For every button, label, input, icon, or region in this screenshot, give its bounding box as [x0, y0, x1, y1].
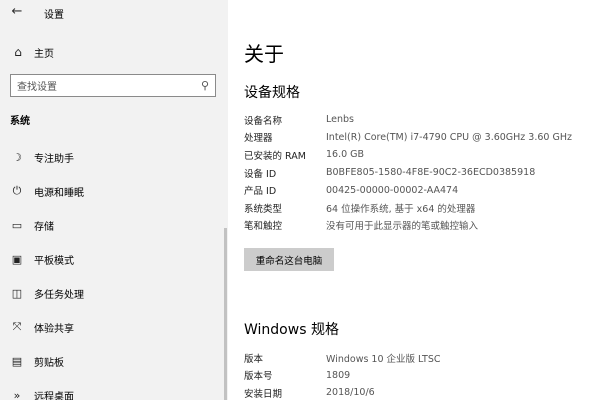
spec-key: 版本号: [244, 371, 273, 383]
sidebar-item-focus-assist[interactable]: ☽ 专注助手: [0, 140, 228, 174]
multitask-icon: ◫: [11, 286, 23, 300]
page-title: 关于: [244, 42, 284, 66]
storage-icon: ▭: [11, 218, 23, 232]
spec-value: B0BFE805-1580-4F8E-90C2-36ECD0385918: [326, 167, 536, 179]
sidebar-item-label: 主页: [34, 48, 54, 60]
device-specs-heading: 设备规格: [244, 85, 300, 101]
sidebar-item-home[interactable]: ⌂ 主页: [0, 40, 228, 64]
power-icon: ⏻: [12, 184, 22, 197]
spec-key: 设备 ID: [244, 168, 277, 180]
spec-row: 已安装的 RAM 16.0 GB: [244, 146, 584, 164]
spec-row: 安装日期 2018/10/6: [244, 384, 584, 400]
spec-row: 处理器 Intel(R) Core(TM) i7-4790 CPU @ 3.60…: [244, 129, 584, 147]
sidebar-item-label: 远程桌面: [34, 391, 74, 400]
spec-row: 版本 Windows 10 企业版 LTSC: [244, 349, 584, 367]
spec-row: 系统类型 64 位操作系统, 基于 x64 的处理器: [244, 199, 584, 217]
rename-pc-button[interactable]: 重命名这台电脑: [244, 248, 334, 271]
window-title: 设置: [44, 10, 64, 21]
spec-value: 1809: [326, 369, 351, 381]
sidebar-item-power-sleep[interactable]: ⏻ 电源和睡眠: [0, 174, 228, 208]
sidebar-item-label: 多任务处理: [34, 289, 84, 301]
spec-row: 笔和触控 没有可用于此显示器的笔或触控输入: [244, 217, 584, 235]
sidebar-item-tablet-mode[interactable]: ▣ 平板模式: [0, 242, 228, 276]
sidebar-item-label: 体验共享: [34, 323, 74, 335]
tablet-icon: ▣: [11, 252, 23, 266]
sidebar-item-label: 剪贴板: [34, 357, 64, 369]
spec-row: 产品 ID 00425-00000-00002-AA474: [244, 181, 584, 199]
title-bar: ← 设置: [0, 0, 228, 26]
moon-icon: ☽: [12, 150, 22, 164]
remote-desktop-icon: »: [13, 388, 21, 400]
spec-key: 版本: [244, 353, 264, 365]
home-icon: ⌂: [14, 45, 22, 59]
back-arrow-icon[interactable]: ←: [8, 2, 26, 20]
spec-value: 00425-00000-00002-AA474: [326, 184, 459, 196]
sidebar-nav: ☽ 专注助手 ⏻ 电源和睡眠 ▭ 存储 ▣ 平板模式 ◫ 多任务处理 ⤧ 体验共…: [0, 140, 228, 400]
windows-specs-list: 版本 Windows 10 企业版 LTSC 版本号 1809 安装日期 201…: [244, 349, 584, 400]
main-content: 关于 设备规格 设备名称 Lenbs 处理器 Intel(R) Core(TM)…: [228, 0, 591, 400]
spec-key: 产品 ID: [244, 186, 277, 198]
sidebar-item-label: 平板模式: [34, 255, 74, 267]
spec-key: 设备名称: [244, 115, 283, 127]
windows-specs-heading: Windows 规格: [244, 322, 339, 338]
sidebar-item-shared-experiences[interactable]: ⤧ 体验共享: [0, 310, 228, 344]
spec-key: 处理器: [244, 133, 273, 145]
spec-row: 设备 ID B0BFE805-1580-4F8E-90C2-36ECD03859…: [244, 164, 584, 182]
spec-key: 安装日期: [244, 388, 283, 400]
share-icon: ⤧: [12, 320, 22, 333]
spec-key: 笔和触控: [244, 221, 283, 233]
sidebar-item-label: 专注助手: [34, 153, 74, 165]
spec-value: 2018/10/6: [326, 387, 375, 399]
sidebar-item-remote-desktop[interactable]: » 远程桌面: [0, 378, 228, 400]
spec-value: Intel(R) Core(TM) i7-4790 CPU @ 3.60GHz …: [326, 131, 572, 143]
spec-value: Windows 10 企业版 LTSC: [326, 353, 441, 365]
spec-value: 没有可用于此显示器的笔或触控输入: [326, 221, 479, 233]
sidebar-item-label: 电源和睡眠: [34, 187, 84, 199]
sidebar-item-multitasking[interactable]: ◫ 多任务处理: [0, 276, 228, 310]
spec-row: 版本号 1809: [244, 367, 584, 385]
device-specs-list: 设备名称 Lenbs 处理器 Intel(R) Core(TM) i7-4790…: [244, 111, 584, 234]
sidebar-item-label: 存储: [34, 221, 54, 233]
spec-row: 设备名称 Lenbs: [244, 111, 584, 129]
search-placeholder: 查找设置: [17, 82, 57, 93]
sidebar-item-storage[interactable]: ▭ 存储: [0, 208, 228, 242]
sidebar-item-clipboard[interactable]: ▤ 剪贴板: [0, 344, 228, 378]
sidebar: ← 设置 ⌂ 主页 查找设置 ⚲ 系统 ☽ 专注助手 ⏻ 电源和睡眠 ▭ 存储 …: [0, 0, 228, 400]
spec-key: 已安装的 RAM: [244, 150, 306, 162]
spec-key: 系统类型: [244, 203, 283, 215]
spec-value: 16.0 GB: [326, 149, 365, 161]
section-title: 系统: [10, 116, 30, 127]
sidebar-scrollbar[interactable]: [224, 228, 227, 400]
spec-value: Lenbs: [326, 114, 354, 126]
clipboard-icon: ▤: [11, 354, 23, 368]
spec-value: 64 位操作系统, 基于 x64 的处理器: [326, 203, 476, 215]
search-input[interactable]: 查找设置 ⚲: [10, 74, 216, 97]
search-icon[interactable]: ⚲: [195, 79, 215, 92]
